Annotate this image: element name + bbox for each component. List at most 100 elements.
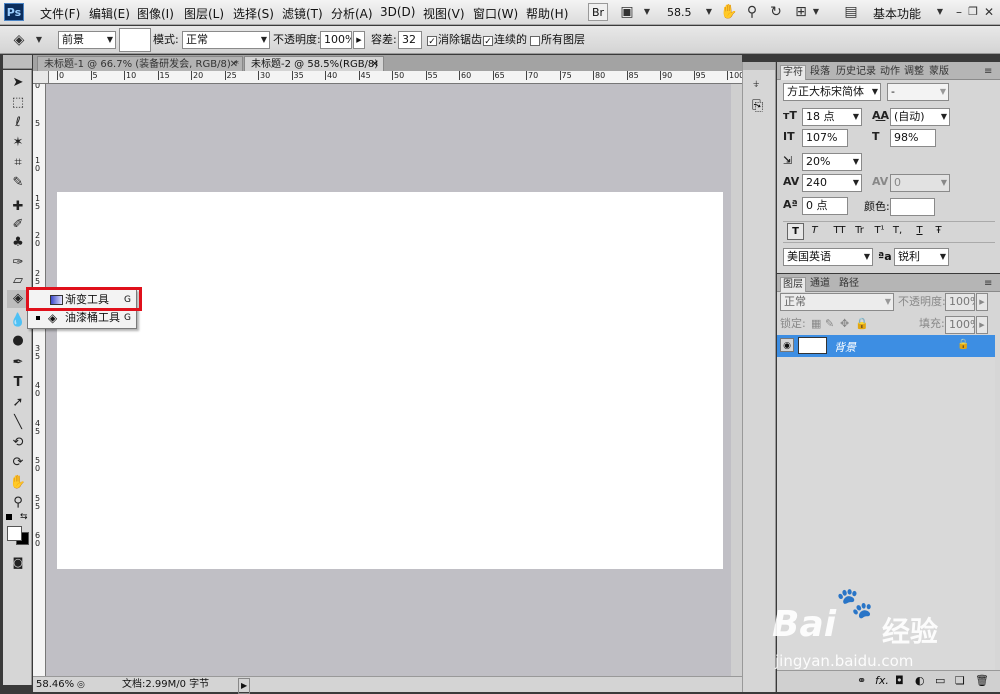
hand-tool-icon[interactable]: ✋ (7, 474, 29, 492)
subscript-button[interactable]: T, (890, 223, 905, 238)
menu-image[interactable]: 图像(I) (137, 5, 174, 22)
opacity-input[interactable]: 100% (320, 31, 352, 49)
arrange-icon[interactable]: ▤ (842, 3, 860, 21)
chevron-down-icon[interactable]: ▼ (931, 3, 949, 21)
status-zoom[interactable]: 58.46% (36, 678, 74, 692)
healing-brush-tool-icon[interactable]: ✚ (7, 198, 29, 216)
language-select[interactable]: 美国英语 ▼ (783, 248, 873, 266)
swap-colors-icon[interactable]: ⇆ (20, 512, 28, 522)
tracking-input[interactable]: 0 ▼ (890, 174, 950, 192)
document-canvas[interactable] (57, 192, 723, 569)
dodge-tool-icon[interactable]: ● (7, 332, 29, 350)
tsume-input[interactable]: 20% ▼ (802, 153, 862, 171)
marquee-tool-icon[interactable]: ⬚ (7, 94, 29, 112)
horizontal-ruler[interactable]: 0 5 10 15 20 25 30 35 40 45 50 55 60 65 70 75 80 85 90 95 10… (49, 71, 742, 84)
close-icon[interactable]: ✕ (230, 57, 238, 72)
crop-tool-icon[interactable]: ⌗ (7, 154, 29, 172)
3d-rotate-tool-icon[interactable]: ⟲ (7, 434, 29, 452)
horizontal-scale-input[interactable]: 98% (890, 129, 936, 147)
menu-filter[interactable]: 滤镜(T) (282, 5, 323, 22)
lock-all-icon[interactable]: 🔒 (855, 315, 869, 333)
opacity-slider-button[interactable]: ▶ (976, 293, 988, 311)
eyedropper-tool-icon[interactable]: ✎ (7, 174, 29, 192)
faux-bold-button[interactable]: T (787, 223, 804, 240)
baseline-shift-input[interactable]: 0 点 (802, 197, 848, 215)
lock-transparency-icon[interactable]: ▦ (811, 315, 821, 333)
menu-layer[interactable]: 图层(L) (184, 5, 224, 22)
font-style-select[interactable]: - ▼ (887, 83, 949, 101)
status-info-icon[interactable]: ◎ (77, 678, 85, 692)
paint-bucket-icon[interactable]: ◈ (10, 31, 28, 49)
tab-layers[interactable]: 图层 (780, 277, 806, 292)
leading-input[interactable]: (自动) ▼ (890, 108, 950, 126)
tab-actions[interactable]: 动作 (878, 65, 902, 79)
layer-row[interactable]: ◉ 背景 🔒 (777, 335, 995, 357)
stamp-tool-icon[interactable]: ♣ (7, 234, 29, 252)
fill-slider-button[interactable]: ▶ (976, 316, 988, 334)
quick-mask-icon[interactable]: ◙ (7, 554, 29, 572)
menu-view[interactable]: 视图(V) (423, 5, 465, 22)
antialias-select[interactable]: 锐利 ▼ (894, 248, 949, 266)
text-color-swatch[interactable] (890, 198, 935, 216)
close-icon[interactable]: ✕ (371, 57, 379, 72)
blend-mode-select[interactable]: 正常 ▼ (780, 293, 894, 311)
menu-edit[interactable]: 编辑(E) (89, 5, 130, 22)
zoom-tool-icon[interactable]: ⚲ (7, 494, 29, 512)
paint-bucket-tool-item[interactable]: ◈ 油漆桶工具 G (28, 309, 136, 327)
mode-select[interactable]: 正常 ▼ (182, 31, 270, 49)
fill-source-select[interactable]: 前景 ▼ (58, 31, 116, 49)
path-selection-tool-icon[interactable]: ➚ (7, 394, 29, 412)
ruler-origin[interactable] (33, 71, 49, 84)
visibility-eye-icon[interactable]: ◉ (780, 338, 794, 352)
menu-help[interactable]: 帮助(H) (526, 5, 568, 22)
chevron-down-icon[interactable]: ▼ (638, 3, 656, 21)
rotate-view-icon[interactable]: ↻ (767, 3, 785, 21)
kerning-input[interactable]: 240 ▼ (802, 174, 862, 192)
tab-adjustments[interactable]: 调整 (902, 65, 926, 79)
lock-position-icon[interactable]: ✥ (840, 315, 849, 333)
layer-opacity-input[interactable]: 100% (945, 293, 975, 311)
layer-name[interactable]: 背景 (834, 339, 856, 355)
magic-wand-tool-icon[interactable]: ✶ (7, 134, 29, 152)
history-brush-tool-icon[interactable]: ✑ (7, 254, 29, 272)
layer-fill-input[interactable]: 100% (945, 316, 975, 334)
blur-tool-icon[interactable]: 💧 (7, 312, 29, 330)
menu-3d[interactable]: 3D(D) (380, 5, 415, 19)
document-tab-2[interactable]: 未标题-2 @ 58.5%(RGB/8) ✕ (244, 56, 384, 71)
menu-select[interactable]: 选择(S) (233, 5, 274, 22)
default-colors-icon[interactable] (6, 514, 12, 520)
panel-menu-icon[interactable]: ≡ (982, 65, 994, 79)
antialias-checkbox[interactable]: ✓ (427, 36, 437, 47)
font-family-select[interactable]: 方正大标宋简体 ▼ (783, 83, 881, 101)
lasso-tool-icon[interactable]: ℓ (7, 114, 29, 132)
screen-mode-icon[interactable]: ▣ (618, 3, 636, 21)
status-menu-arrow-icon[interactable]: ▶ (238, 678, 251, 694)
chevron-down-icon[interactable]: ▼ (807, 3, 825, 21)
chevron-down-icon[interactable]: ▼ (30, 31, 48, 49)
zoom-level[interactable]: 58.5 (667, 6, 692, 19)
underline-button[interactable]: T (912, 223, 927, 238)
menu-analysis[interactable]: 分析(A) (331, 5, 373, 22)
type-tool-icon[interactable]: T (7, 374, 29, 392)
document-tab-1[interactable]: 未标题-1 @ 66.7% (装备研发会, RGB/8) * ✕ (37, 56, 243, 71)
close-icon[interactable]: ✕ (980, 3, 998, 21)
bridge-button[interactable]: Br (588, 3, 608, 21)
tab-history[interactable]: 历史记录 (834, 65, 878, 79)
all-caps-button[interactable]: TT (832, 223, 847, 238)
superscript-button[interactable]: T¹ (872, 223, 887, 238)
all-layers-checkbox[interactable] (530, 36, 540, 46)
menu-window[interactable]: 窗口(W) (473, 5, 518, 22)
tolerance-input[interactable]: 32 (398, 31, 422, 49)
3d-orbit-tool-icon[interactable]: ⟳ (7, 454, 29, 472)
zoom-icon[interactable]: ⚲ (743, 3, 761, 21)
faux-italic-button[interactable]: T (807, 223, 822, 238)
pattern-picker[interactable] (119, 28, 151, 52)
foreground-color-swatch[interactable] (7, 526, 22, 541)
trash-icon[interactable]: 🗑 (975, 674, 989, 687)
strikethrough-button[interactable]: Ŧ (931, 223, 946, 238)
menu-file[interactable]: 文件(F) (40, 5, 80, 22)
vertical-scrollbar[interactable] (731, 84, 742, 676)
tab-paragraph[interactable]: 段落 (808, 65, 832, 79)
pen-tool-icon[interactable]: ✒ (7, 354, 29, 372)
lock-pixels-icon[interactable]: ✎ (825, 315, 834, 333)
